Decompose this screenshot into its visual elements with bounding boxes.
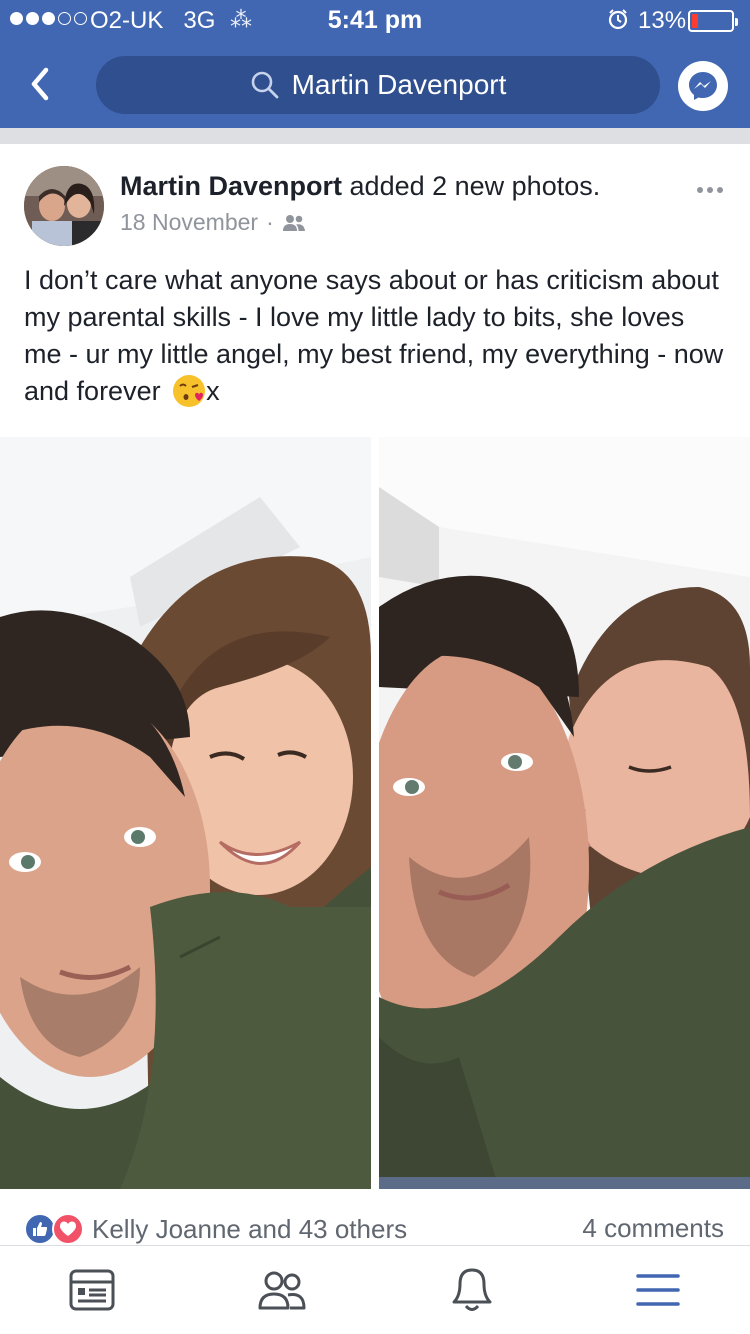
post-photo-2[interactable] bbox=[379, 437, 750, 1189]
post-body-tail: x bbox=[206, 376, 220, 406]
back-button[interactable] bbox=[18, 62, 62, 106]
back-chevron-icon bbox=[31, 67, 49, 101]
post-photo-1[interactable] bbox=[0, 437, 371, 1189]
post-body: I don’t care what anyone says about or h… bbox=[24, 265, 724, 406]
tab-menu[interactable] bbox=[630, 1264, 686, 1316]
reactions-summary[interactable]: Kelly Joanne and 43 others bbox=[24, 1210, 407, 1248]
post-meta: 18 November · bbox=[120, 209, 306, 236]
messenger-button[interactable] bbox=[678, 61, 728, 111]
post-date[interactable]: 18 November bbox=[120, 209, 258, 236]
battery-percent: 13% bbox=[638, 7, 687, 34]
tab-news-feed[interactable] bbox=[64, 1264, 120, 1316]
post-text: I don’t care what anyone says about or h… bbox=[24, 262, 724, 410]
tab-friends[interactable] bbox=[254, 1264, 310, 1316]
feed-divider bbox=[0, 128, 750, 144]
top-bar: O2-UK 3G ⁂ 5:41 pm 13% Martin Davenport bbox=[0, 0, 750, 128]
search-bar-label: Martin Davenport bbox=[291, 69, 507, 100]
friends-icon bbox=[282, 214, 305, 231]
comments-count[interactable]: 4 comments bbox=[582, 1213, 724, 1244]
post-options-button[interactable] bbox=[690, 178, 730, 202]
search-icon bbox=[251, 71, 279, 99]
battery-icon bbox=[688, 10, 738, 32]
face-blowing-kiss-icon bbox=[173, 375, 206, 407]
status-bar: O2-UK 3G ⁂ 5:41 pm 13% bbox=[0, 0, 750, 40]
bell-icon bbox=[452, 1268, 492, 1311]
alarm-icon bbox=[608, 9, 628, 30]
messenger-icon bbox=[689, 72, 717, 100]
tab-notifications[interactable] bbox=[444, 1264, 500, 1316]
more-dots-icon bbox=[697, 187, 703, 193]
search-bar[interactable]: Martin Davenport bbox=[96, 56, 660, 114]
tab-bar bbox=[0, 1245, 750, 1334]
author-name[interactable]: Martin Davenport bbox=[120, 171, 342, 201]
reactions-text[interactable]: Kelly Joanne and 43 others bbox=[92, 1214, 407, 1245]
post-action: added 2 new photos. bbox=[342, 171, 601, 201]
feed-icon bbox=[69, 1269, 115, 1311]
post-title: Martin Davenport added 2 new photos. bbox=[120, 171, 600, 202]
love-reaction-icon bbox=[52, 1213, 84, 1245]
menu-icon bbox=[636, 1274, 680, 1306]
meta-separator: · bbox=[266, 209, 274, 235]
author-avatar[interactable] bbox=[24, 166, 104, 246]
friends-icon bbox=[258, 1271, 306, 1310]
